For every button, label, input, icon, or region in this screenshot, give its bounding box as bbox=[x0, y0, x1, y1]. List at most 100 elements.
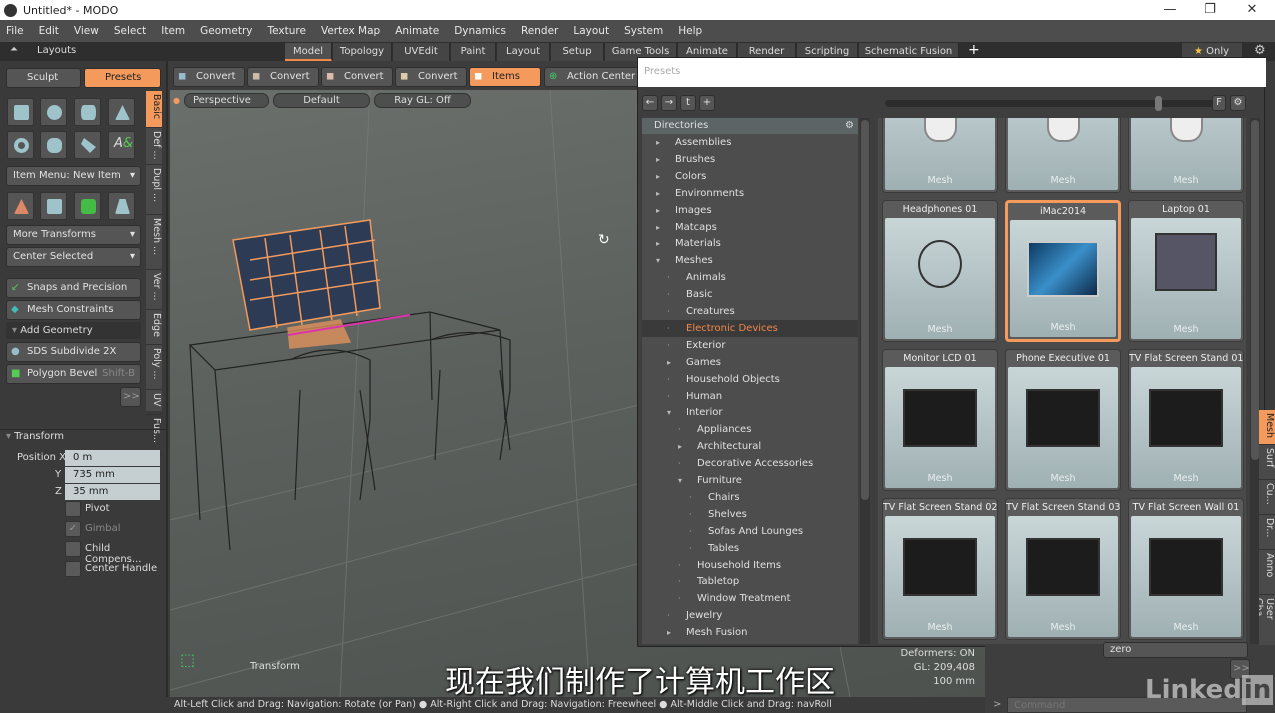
add-layout-button[interactable]: + bbox=[968, 42, 980, 58]
convert-button-4[interactable]: ◼ Convert bbox=[395, 67, 467, 87]
position-x-field[interactable]: 0 m bbox=[65, 450, 160, 466]
add-button[interactable]: + bbox=[699, 95, 715, 111]
expand-arrow-icon[interactable]: ▸ bbox=[656, 168, 660, 185]
directory-item[interactable]: ▸ Mesh Fusion bbox=[642, 624, 858, 641]
checkbox-pivot[interactable] bbox=[65, 501, 81, 517]
directory-item[interactable]: · Tabletop bbox=[642, 573, 858, 590]
preset-card[interactable]: Headphones 01 Mesh bbox=[882, 200, 998, 342]
maximize-button[interactable]: ❐ bbox=[1190, 0, 1230, 20]
expand-arrow-icon[interactable]: ▸ bbox=[667, 354, 671, 371]
menu-render[interactable]: Render bbox=[521, 25, 558, 37]
leaf-dot-icon[interactable]: · bbox=[678, 557, 681, 574]
position-y-field[interactable]: 735 mm bbox=[65, 467, 160, 483]
convert-button-2[interactable]: ◼ Convert bbox=[247, 67, 319, 87]
position-z-field[interactable]: 35 mm bbox=[65, 484, 160, 500]
sds-subdivide-button[interactable]: ● SDS Subdivide 2X bbox=[6, 342, 141, 362]
layout-tab-setup[interactable]: Setup bbox=[551, 43, 604, 61]
leaf-dot-icon[interactable]: · bbox=[667, 388, 670, 405]
directory-item[interactable]: ▸ Materials bbox=[642, 235, 858, 252]
leaf-dot-icon[interactable]: · bbox=[689, 506, 692, 523]
scroll-thumb[interactable] bbox=[1251, 120, 1259, 460]
leaf-dot-icon[interactable]: · bbox=[678, 455, 681, 472]
preset-card[interactable]: Monitor LCD 01 Mesh bbox=[882, 349, 998, 491]
menu-system[interactable]: System bbox=[624, 25, 663, 37]
leaf-dot-icon[interactable]: · bbox=[667, 607, 670, 624]
leaf-dot-icon[interactable]: · bbox=[667, 269, 670, 286]
leaf-dot-icon[interactable]: · bbox=[689, 489, 692, 506]
left-vtab-7[interactable]: UV bbox=[146, 390, 162, 415]
presets-title-bar[interactable]: Presets bbox=[638, 58, 1266, 87]
expand-arrow-icon[interactable]: ▸ bbox=[656, 185, 660, 202]
polygon-bevel-button[interactable]: ■ Polygon Bevel Shift-B bbox=[6, 364, 141, 384]
preset-card[interactable]: Laptop 01 Mesh bbox=[1128, 200, 1244, 342]
directory-item[interactable]: · Electronic Devices bbox=[642, 319, 858, 337]
convert-button-1[interactable]: ◼ Convert bbox=[173, 67, 245, 87]
convert-button-3[interactable]: ◼ Convert bbox=[321, 67, 393, 87]
gear-icon[interactable]: ⚙ bbox=[1254, 43, 1266, 58]
right-vtab-0[interactable]: Mesh bbox=[1259, 410, 1275, 445]
leaf-dot-icon[interactable]: · bbox=[667, 371, 670, 388]
directory-item[interactable]: ▾ Meshes bbox=[642, 252, 858, 269]
left-vtab-2[interactable]: Dupl ... bbox=[146, 165, 162, 215]
layout-tab-paint[interactable]: Paint bbox=[451, 43, 496, 61]
directory-item[interactable]: · Tables bbox=[642, 540, 858, 557]
directory-item[interactable]: ▸ Matcaps bbox=[642, 219, 858, 236]
expand-arrow-icon[interactable]: ▸ bbox=[656, 219, 660, 236]
directory-item[interactable]: · Shelves bbox=[642, 506, 858, 523]
expand-arrow-icon[interactable]: ▸ bbox=[656, 202, 660, 219]
taper-tool-icon[interactable] bbox=[108, 192, 135, 220]
preset-card[interactable]: TV Flat Screen Wall 01 Mesh bbox=[1128, 498, 1244, 640]
sphere-primitive-icon[interactable] bbox=[40, 98, 67, 126]
expand-arrow-icon[interactable]: ▸ bbox=[667, 624, 671, 641]
menu-texture[interactable]: Texture bbox=[268, 25, 306, 37]
expand-arrow-icon[interactable]: ▸ bbox=[678, 438, 682, 455]
checkbox-gimbal[interactable]: ✓ bbox=[65, 521, 81, 537]
menu-edit[interactable]: Edit bbox=[39, 25, 59, 37]
menu-dynamics[interactable]: Dynamics bbox=[454, 25, 506, 37]
more-tools-button[interactable]: >> bbox=[120, 387, 141, 407]
expand-arrow-icon[interactable]: ▸ bbox=[656, 134, 660, 151]
leaf-dot-icon[interactable]: · bbox=[678, 573, 681, 590]
preset-card[interactable]: iMac2014 Mesh bbox=[1005, 200, 1121, 342]
zero-dropdown[interactable]: zero bbox=[1103, 642, 1248, 658]
raygl-toggle[interactable]: Ray GL: Off bbox=[373, 93, 471, 108]
transform-header[interactable]: ▾ Transform bbox=[6, 431, 64, 442]
directory-item[interactable]: ▸ Environments bbox=[642, 185, 858, 202]
leaf-dot-icon[interactable]: · bbox=[667, 286, 670, 303]
back-button[interactable]: ← bbox=[642, 95, 658, 111]
right-vtab-3[interactable]: Dr... bbox=[1259, 515, 1275, 550]
leaf-dot-icon[interactable]: · bbox=[667, 303, 670, 320]
directory-item[interactable]: ▸ Images bbox=[642, 202, 858, 219]
layouts-label[interactable]: Layouts bbox=[37, 45, 76, 56]
slider-handle[interactable] bbox=[1155, 96, 1162, 111]
cone-primitive-icon[interactable] bbox=[108, 98, 135, 126]
leaf-dot-icon[interactable]: · bbox=[678, 421, 681, 438]
preset-card[interactable]: TV Flat Screen Stand 03 Mesh bbox=[1005, 498, 1121, 640]
directory-item[interactable]: · Household Objects bbox=[642, 371, 858, 388]
leaf-dot-icon[interactable]: · bbox=[678, 590, 681, 607]
layouts-up-icon[interactable]: ⏶ bbox=[10, 44, 18, 55]
directory-item[interactable]: ▸ Architectural bbox=[642, 438, 858, 455]
action-center-button[interactable]: ⊕ Action Center bbox=[544, 67, 640, 87]
thumbnail-size-slider[interactable] bbox=[885, 96, 1225, 111]
items-mode-button[interactable]: ◼ Items bbox=[469, 67, 541, 87]
tree-scrollbar[interactable] bbox=[860, 118, 870, 644]
left-vtab-0[interactable]: Basic bbox=[146, 91, 162, 128]
left-vtab-5[interactable]: Edge bbox=[146, 310, 162, 345]
menu-help[interactable]: Help bbox=[678, 25, 702, 37]
directory-item[interactable]: · Decorative Accessories bbox=[642, 455, 858, 472]
presets-tab[interactable]: Presets bbox=[84, 68, 161, 88]
preset-card[interactable]: Phone Executive 01 Mesh bbox=[1005, 349, 1121, 491]
directory-item[interactable]: · Animals bbox=[642, 269, 858, 286]
leaf-dot-icon[interactable]: · bbox=[667, 337, 670, 354]
directory-item[interactable]: · Appliances bbox=[642, 421, 858, 438]
menu-animate[interactable]: Animate bbox=[395, 25, 439, 37]
snaps-precision-button[interactable]: ↙ Snaps and Precision bbox=[6, 278, 141, 298]
text-primitive-icon[interactable]: A& bbox=[108, 131, 135, 159]
perspective-dropdown[interactable]: Perspective bbox=[183, 93, 269, 108]
right-vtab-5[interactable]: User Cha... bbox=[1259, 595, 1275, 650]
preset-card[interactable]: Mesh bbox=[882, 118, 998, 193]
left-vtab-3[interactable]: Mesh ... bbox=[146, 215, 162, 270]
menu-select[interactable]: Select bbox=[114, 25, 146, 37]
collapse-arrow-icon[interactable]: ▾ bbox=[656, 252, 660, 269]
